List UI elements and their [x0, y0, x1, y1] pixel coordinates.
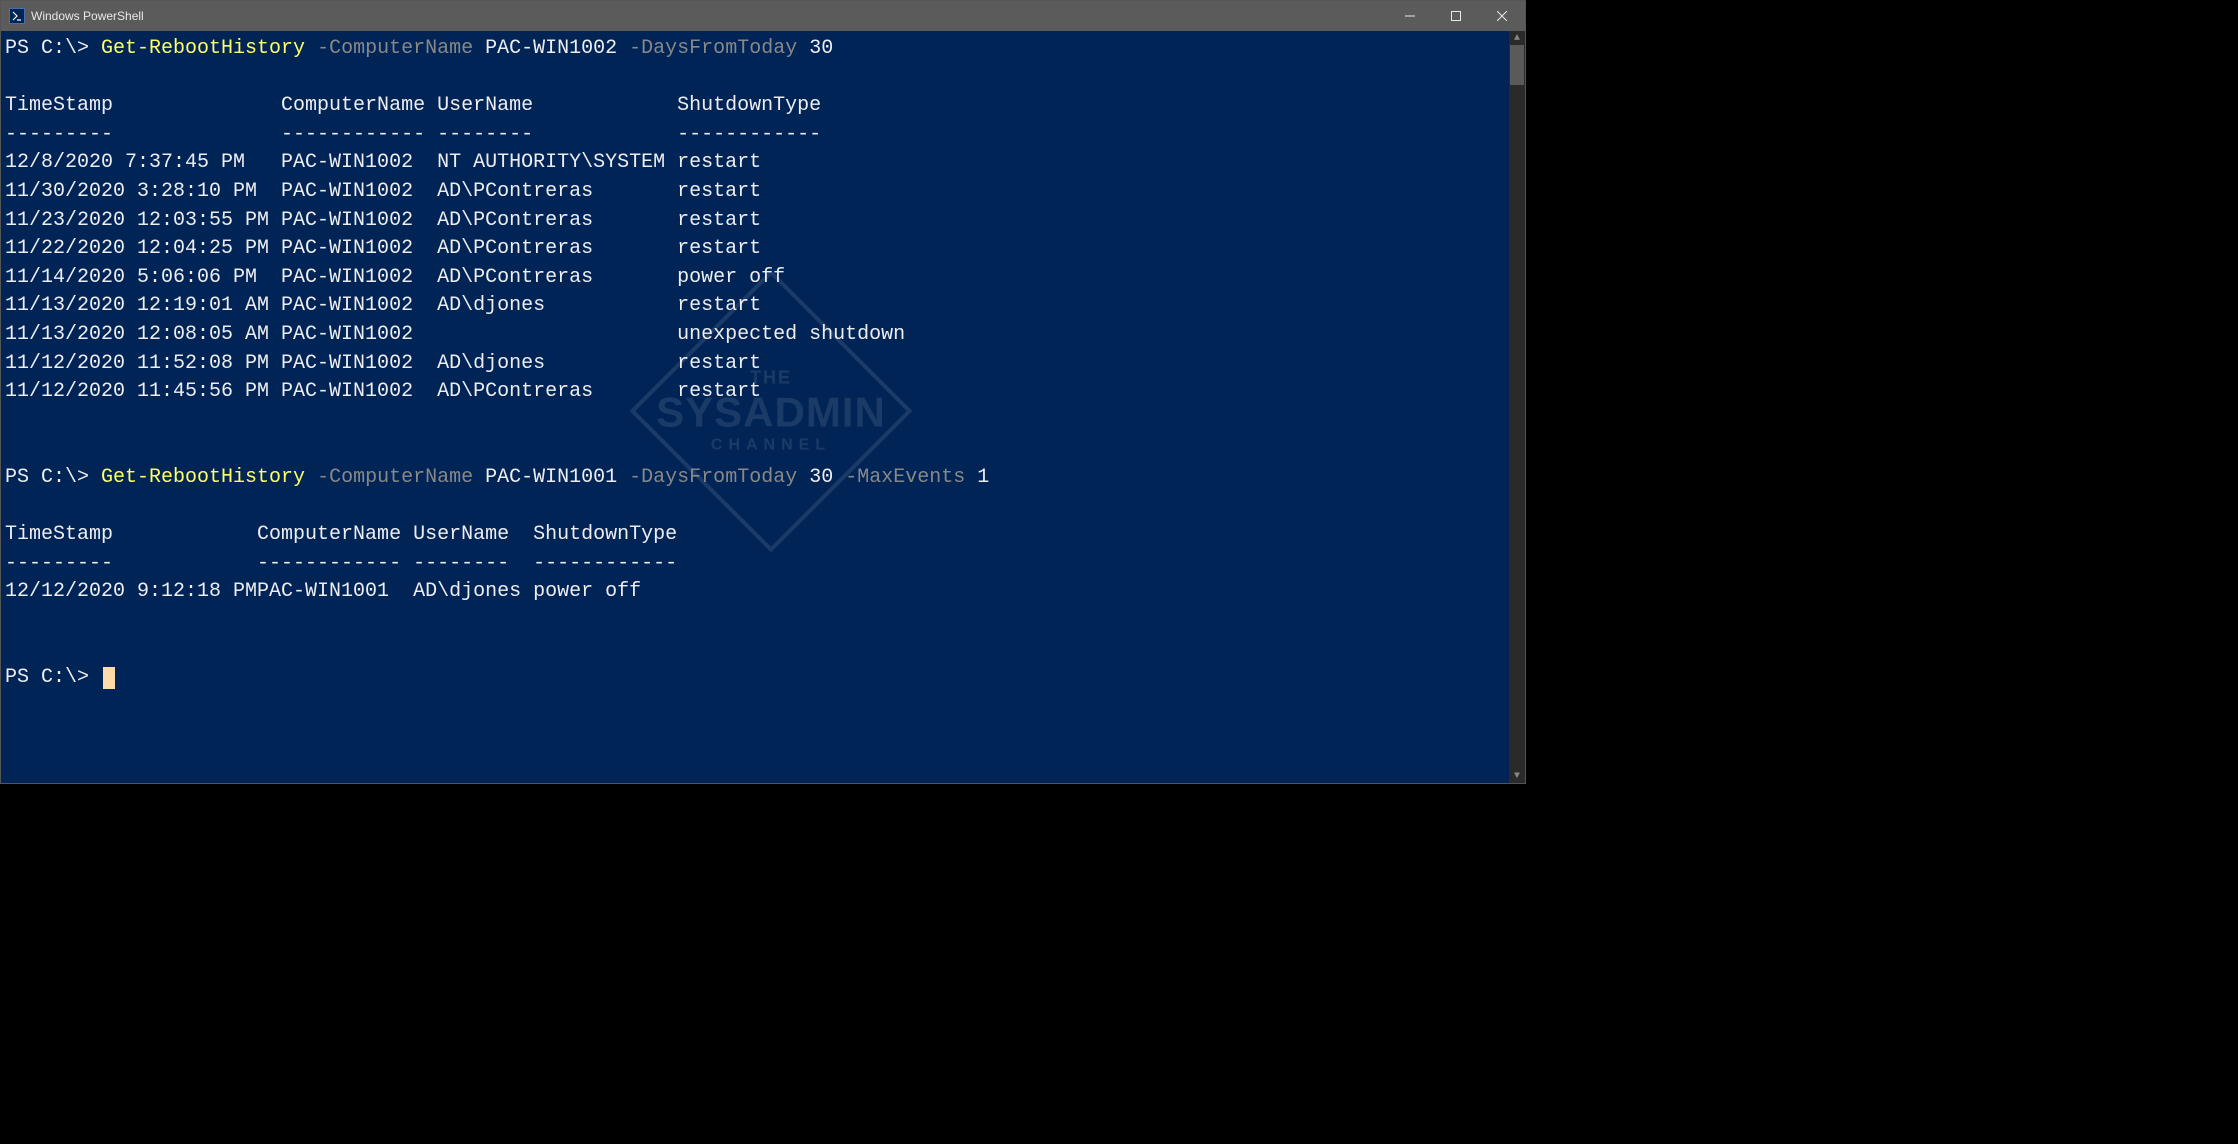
argument-value: PAC-WIN1001 — [485, 466, 617, 489]
blank-line — [5, 635, 1505, 664]
table-row: 12/12/2020 9:12:18 PMPAC-WIN1001 AD\djon… — [5, 578, 1505, 607]
cmdlet: Get-RebootHistory — [101, 37, 305, 60]
table-header: TimeStamp ComputerName UserName Shutdown… — [5, 92, 1505, 121]
cursor — [103, 667, 115, 689]
blank-line — [5, 64, 1505, 93]
table-row: 11/12/2020 11:52:08 PM PAC-WIN1002 AD\dj… — [5, 350, 1505, 379]
command-line: PS C:\> Get-RebootHistory -ComputerName … — [5, 35, 1505, 64]
prompt-line: PS C:\> — [5, 664, 1505, 693]
table-row: 11/13/2020 12:08:05 AM PAC-WIN1002 unexp… — [5, 321, 1505, 350]
console-output[interactable]: PS C:\> Get-RebootHistory -ComputerName … — [1, 31, 1509, 783]
argument-value: 1 — [977, 466, 989, 489]
table-row: 11/22/2020 12:04:25 PM PAC-WIN1002 AD\PC… — [5, 235, 1505, 264]
blank-line — [5, 407, 1505, 436]
cmdlet: Get-RebootHistory — [101, 466, 305, 489]
table-row: 11/23/2020 12:03:55 PM PAC-WIN1002 AD\PC… — [5, 207, 1505, 236]
argument-value: 30 — [809, 466, 833, 489]
argument-value: 30 — [809, 37, 833, 60]
vertical-scrollbar[interactable]: ▲ ▼ — [1509, 31, 1525, 783]
blank-line — [5, 607, 1505, 636]
scroll-up-icon[interactable]: ▲ — [1509, 31, 1525, 45]
table-row: 11/12/2020 11:45:56 PM PAC-WIN1002 AD\PC… — [5, 378, 1505, 407]
window-title: Windows PowerShell — [31, 9, 144, 23]
parameter: -MaxEvents — [845, 466, 965, 489]
console-area: THE SYSADMIN CHANNEL PS C:\> Get-RebootH… — [1, 31, 1525, 783]
prompt: PS C:\> — [5, 666, 101, 689]
argument-value: PAC-WIN1002 — [485, 37, 617, 60]
window-titlebar: Windows PowerShell — [1, 1, 1525, 31]
command-line: PS C:\> Get-RebootHistory -ComputerName … — [5, 464, 1505, 493]
parameter: -ComputerName — [317, 37, 473, 60]
table-divider: --------- ------------ -------- --------… — [5, 550, 1505, 579]
table-row: 12/8/2020 7:37:45 PM PAC-WIN1002 NT AUTH… — [5, 149, 1505, 178]
prompt: PS C:\> — [5, 37, 101, 60]
blank-line — [5, 435, 1505, 464]
table-row: 11/30/2020 3:28:10 PM PAC-WIN1002 AD\PCo… — [5, 178, 1505, 207]
parameter: -ComputerName — [317, 466, 473, 489]
scroll-thumb[interactable] — [1510, 45, 1524, 85]
minimize-button[interactable] — [1387, 1, 1433, 31]
close-button[interactable] — [1479, 1, 1525, 31]
scroll-down-icon[interactable]: ▼ — [1509, 769, 1525, 783]
table-header: TimeStamp ComputerName UserName Shutdown… — [5, 521, 1505, 550]
maximize-button[interactable] — [1433, 1, 1479, 31]
table-divider: --------- ------------ -------- --------… — [5, 121, 1505, 150]
parameter: -DaysFromToday — [629, 466, 797, 489]
blank-line — [5, 493, 1505, 522]
parameter: -DaysFromToday — [629, 37, 797, 60]
prompt: PS C:\> — [5, 466, 101, 489]
table-row: 11/13/2020 12:19:01 AM PAC-WIN1002 AD\dj… — [5, 292, 1505, 321]
table-row: 11/14/2020 5:06:06 PM PAC-WIN1002 AD\PCo… — [5, 264, 1505, 293]
powershell-icon — [9, 8, 25, 24]
